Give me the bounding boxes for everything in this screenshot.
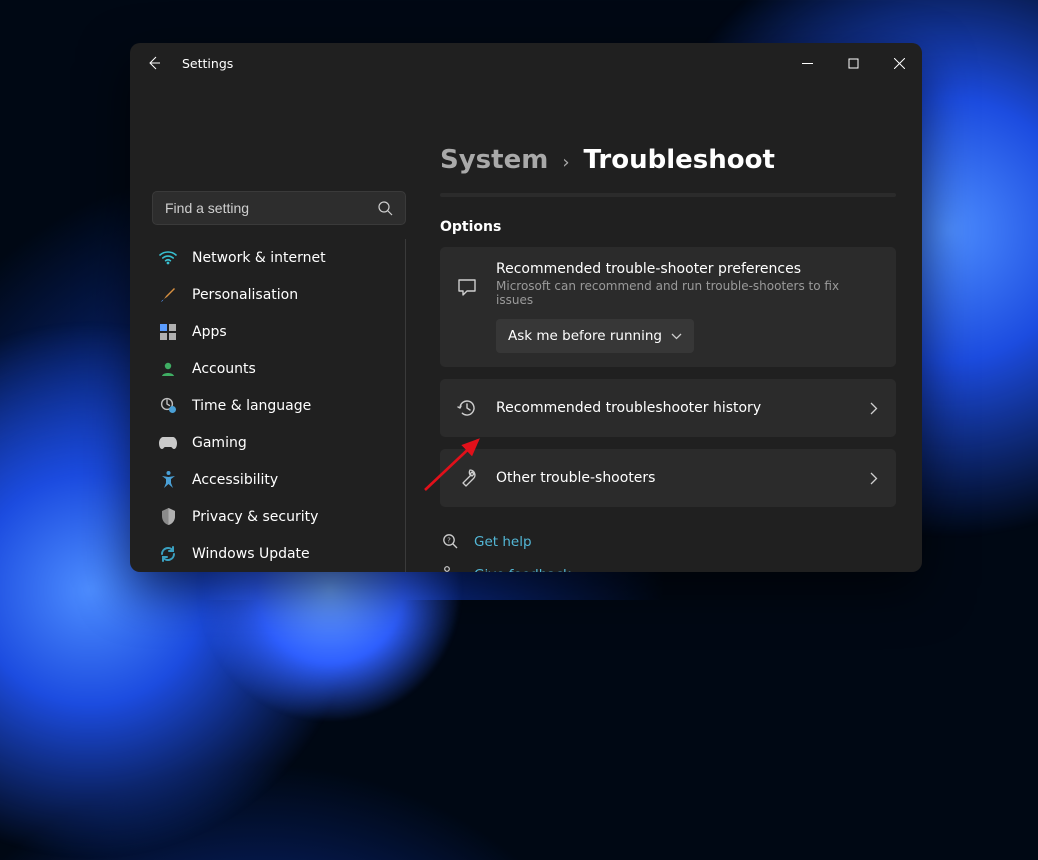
- breadcrumb-current: Troubleshoot: [584, 145, 775, 175]
- chevron-down-icon: [671, 333, 682, 340]
- history-icon: [456, 398, 478, 418]
- header-divider: [440, 193, 896, 197]
- options-heading: Options: [440, 219, 896, 235]
- svg-text:?: ?: [447, 537, 451, 545]
- breadcrumb: System › Troubleshoot: [440, 145, 896, 175]
- main-content: System › Troubleshoot Options Recommende…: [420, 83, 922, 572]
- shield-icon: [158, 507, 178, 527]
- chevron-right-icon: ›: [562, 152, 569, 173]
- accessibility-icon: [158, 470, 178, 490]
- give-feedback-row: Give feedback: [440, 566, 896, 572]
- help-icon: ?: [440, 533, 460, 550]
- account-icon: [158, 359, 178, 379]
- pref-card-desc: Microsoft can recommend and run trouble-…: [496, 279, 878, 307]
- history-row[interactable]: Recommended troubleshooter history: [440, 379, 896, 437]
- other-troubleshooters-row[interactable]: Other trouble-shooters: [440, 449, 896, 507]
- search-input[interactable]: [165, 200, 393, 216]
- maximize-button[interactable]: [830, 43, 876, 83]
- sidebar-item-network[interactable]: Network & internet: [152, 239, 399, 276]
- sidebar-item-label: Apps: [192, 324, 227, 340]
- minimize-icon: [802, 58, 813, 69]
- gamepad-icon: [158, 433, 178, 453]
- search-icon: [378, 201, 393, 216]
- clock-globe-icon: [158, 396, 178, 416]
- sidebar-item-accounts[interactable]: Accounts: [152, 350, 399, 387]
- chevron-right-icon: [870, 472, 878, 485]
- sidebar-item-label: Accessibility: [192, 472, 278, 488]
- back-button[interactable]: [136, 43, 172, 83]
- pref-card: Recommended trouble-shooter preferences …: [440, 247, 896, 367]
- wifi-icon: [158, 248, 178, 268]
- give-feedback-link[interactable]: Give feedback: [474, 567, 571, 573]
- sidebar-item-label: Gaming: [192, 435, 247, 451]
- brush-icon: [158, 285, 178, 305]
- pref-select[interactable]: Ask me before running: [496, 319, 694, 353]
- sidebar-item-label: Time & language: [192, 398, 311, 414]
- app-title: Settings: [182, 56, 233, 71]
- get-help-link[interactable]: Get help: [474, 534, 532, 550]
- sidebar-item-apps[interactable]: Apps: [152, 313, 399, 350]
- sidebar-item-personalisation[interactable]: Personalisation: [152, 276, 399, 313]
- feedback-icon: [440, 566, 460, 572]
- chevron-right-icon: [870, 402, 878, 415]
- maximize-icon: [848, 58, 859, 69]
- titlebar: Settings: [130, 43, 922, 83]
- sidebar-item-time-language[interactable]: Time & language: [152, 387, 399, 424]
- sidebar-item-windows-update[interactable]: Windows Update: [152, 535, 399, 572]
- breadcrumb-parent[interactable]: System: [440, 145, 548, 175]
- settings-window: Settings Network & internet: [130, 43, 922, 572]
- sidebar: Network & internet Personalisation Apps …: [130, 83, 420, 572]
- sidebar-item-label: Network & internet: [192, 250, 326, 266]
- minimize-button[interactable]: [784, 43, 830, 83]
- close-icon: [894, 58, 905, 69]
- history-row-title: Recommended troubleshooter history: [496, 400, 761, 416]
- update-icon: [158, 544, 178, 564]
- sidebar-nav: Network & internet Personalisation Apps …: [152, 239, 406, 572]
- pref-select-value: Ask me before running: [508, 328, 662, 344]
- apps-icon: [158, 322, 178, 342]
- window-controls: [784, 43, 922, 83]
- sidebar-item-label: Personalisation: [192, 287, 298, 303]
- pref-card-title: Recommended trouble-shooter preferences: [496, 261, 878, 277]
- sidebar-item-label: Windows Update: [192, 546, 310, 562]
- sidebar-item-label: Accounts: [192, 361, 256, 377]
- search-box[interactable]: [152, 191, 406, 225]
- other-troubleshooters-title: Other trouble-shooters: [496, 470, 655, 486]
- sidebar-item-label: Privacy & security: [192, 509, 318, 525]
- sidebar-item-gaming[interactable]: Gaming: [152, 424, 399, 461]
- sidebar-item-accessibility[interactable]: Accessibility: [152, 461, 399, 498]
- close-button[interactable]: [876, 43, 922, 83]
- sidebar-item-privacy[interactable]: Privacy & security: [152, 498, 399, 535]
- get-help-row: ? Get help: [440, 533, 896, 550]
- chat-icon: [456, 277, 478, 297]
- back-arrow-icon: [146, 55, 162, 71]
- wrench-icon: [456, 468, 478, 488]
